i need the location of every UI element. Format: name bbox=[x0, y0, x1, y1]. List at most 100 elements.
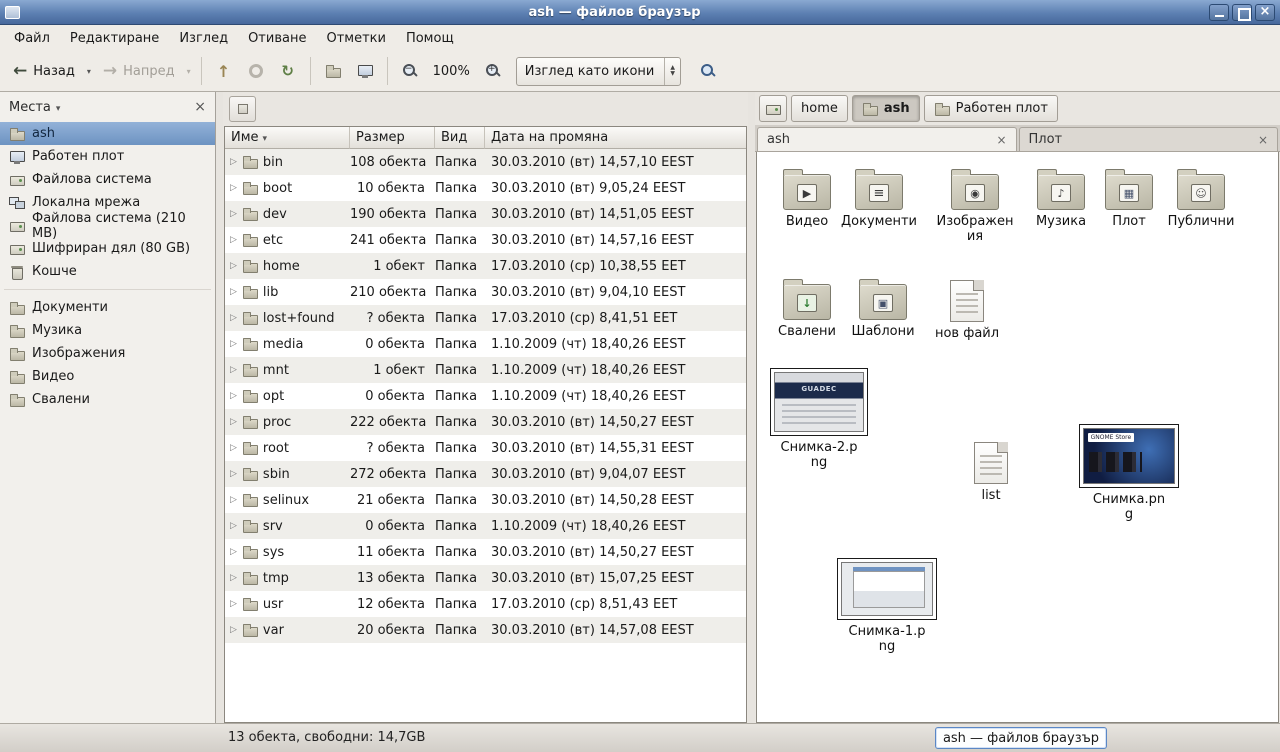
icon-view-item[interactable]: GUADEC Снимка-2.png bbox=[769, 368, 869, 471]
pane-splitter[interactable] bbox=[216, 92, 223, 723]
pane-splitter[interactable] bbox=[748, 92, 755, 723]
sidebar-close-icon[interactable] bbox=[194, 99, 206, 115]
sidebar-bookmark-item[interactable]: Музика bbox=[0, 319, 215, 342]
column-header-name[interactable]: Име bbox=[225, 127, 350, 149]
pathbar-button[interactable]: ash bbox=[852, 95, 920, 122]
table-row[interactable]: sbin 272 обекта Папка 30.03.2010 (вт) 9,… bbox=[225, 461, 746, 487]
sidebar-item[interactable]: Файлова система (210 MB) bbox=[0, 214, 215, 237]
column-header-date[interactable]: Дата на промяна bbox=[485, 127, 746, 149]
expander-icon[interactable] bbox=[230, 547, 237, 557]
table-row[interactable]: opt 0 обекта Папка 1.10.2009 (чт) 18,40,… bbox=[225, 383, 746, 409]
up-button[interactable] bbox=[209, 56, 239, 87]
table-row[interactable]: home 1 обект Папка 17.03.2010 (ср) 10,38… bbox=[225, 253, 746, 279]
expander-icon[interactable] bbox=[230, 183, 237, 193]
expander-icon[interactable] bbox=[230, 417, 237, 427]
pathbar-root-button[interactable] bbox=[759, 95, 787, 122]
table-row[interactable]: media 0 обекта Папка 1.10.2009 (чт) 18,4… bbox=[225, 331, 746, 357]
pane-icon-button[interactable] bbox=[229, 96, 256, 122]
menu-item[interactable]: Изглед bbox=[169, 28, 238, 49]
menu-item[interactable]: Отметки bbox=[316, 28, 395, 49]
titlebar[interactable]: ash — файлов браузър bbox=[0, 0, 1280, 25]
taskbar-window-button[interactable]: ash — файлов браузър bbox=[935, 727, 1107, 749]
expander-icon[interactable] bbox=[230, 391, 237, 401]
menu-item[interactable]: Отиване bbox=[238, 28, 316, 49]
expander-icon[interactable] bbox=[230, 625, 237, 635]
expander-icon[interactable] bbox=[230, 521, 237, 531]
table-row[interactable]: lib 210 обекта Папка 30.03.2010 (вт) 9,0… bbox=[225, 279, 746, 305]
places-title[interactable]: Места bbox=[9, 100, 51, 115]
table-row[interactable]: usr 12 обекта Папка 17.03.2010 (ср) 8,51… bbox=[225, 591, 746, 617]
icon-view-item[interactable]: Снимка-1.png bbox=[837, 558, 937, 655]
back-button[interactable]: Назад bbox=[6, 56, 82, 87]
stop-button[interactable] bbox=[241, 56, 271, 87]
reload-button[interactable] bbox=[273, 56, 303, 87]
pathbar-button[interactable]: Работен плот bbox=[924, 95, 1058, 122]
sidebar-item[interactable]: ash bbox=[0, 122, 215, 145]
expander-icon[interactable] bbox=[230, 599, 237, 609]
expander-icon[interactable] bbox=[230, 365, 237, 375]
expander-icon[interactable] bbox=[230, 573, 237, 583]
expander-icon[interactable] bbox=[230, 287, 237, 297]
table-row[interactable]: mnt 1 обект Папка 1.10.2009 (чт) 18,40,2… bbox=[225, 357, 746, 383]
table-row[interactable]: selinux 21 обекта Папка 30.03.2010 (вт) … bbox=[225, 487, 746, 513]
sidebar-bookmark-item[interactable]: Видео bbox=[0, 365, 215, 388]
table-row[interactable]: srv 0 обекта Папка 1.10.2009 (чт) 18,40,… bbox=[225, 513, 746, 539]
tab-close-icon[interactable] bbox=[996, 133, 1006, 147]
column-header-size[interactable]: Размер bbox=[350, 127, 435, 149]
search-button[interactable] bbox=[693, 56, 723, 87]
column-header-type[interactable]: Вид bbox=[435, 127, 485, 149]
icon-view-item[interactable]: GNOME Store Снимка.png bbox=[1079, 424, 1179, 523]
view-mode-select[interactable]: Изглед като икони ▲▼ bbox=[516, 57, 681, 86]
sidebar-bookmark-item[interactable]: Изображения bbox=[0, 342, 215, 365]
expander-icon[interactable] bbox=[230, 443, 237, 453]
sidebar-item[interactable]: Кошче bbox=[0, 260, 215, 283]
tab[interactable]: Плот bbox=[1019, 127, 1279, 151]
sidebar-bookmark-item[interactable]: Свалени bbox=[0, 388, 215, 411]
sidebar-item[interactable]: Файлова система bbox=[0, 168, 215, 191]
menu-item[interactable]: Файл bbox=[4, 28, 60, 49]
sidebar-item[interactable]: Шифриран дял (80 GB) bbox=[0, 237, 215, 260]
icon-view-item[interactable]: Изображения bbox=[925, 164, 1025, 245]
forward-button[interactable]: Напред bbox=[96, 56, 182, 87]
sidebar-bookmark-item[interactable]: Документи bbox=[0, 296, 215, 319]
sidebar-item[interactable]: Работен плот bbox=[0, 145, 215, 168]
tab-close-icon[interactable] bbox=[1258, 133, 1268, 147]
places-dropdown-icon[interactable] bbox=[56, 100, 61, 115]
icon-view-item[interactable]: нов файл bbox=[917, 276, 1017, 342]
expander-icon[interactable] bbox=[230, 235, 237, 245]
zoom-in-button[interactable]: + bbox=[478, 56, 508, 87]
icon-view-item[interactable]: Публични bbox=[1151, 164, 1251, 230]
computer-button[interactable] bbox=[350, 56, 380, 87]
close-button[interactable] bbox=[1255, 4, 1275, 21]
maximize-button[interactable] bbox=[1232, 4, 1252, 21]
pathbar-button[interactable]: home bbox=[791, 95, 848, 122]
icon-view-item[interactable]: Документи bbox=[829, 164, 929, 230]
table-row[interactable]: dev 190 обекта Папка 30.03.2010 (вт) 14,… bbox=[225, 201, 746, 227]
table-row[interactable]: root ? обекта Папка 30.03.2010 (вт) 14,5… bbox=[225, 435, 746, 461]
table-row[interactable]: sys 11 обекта Папка 30.03.2010 (вт) 14,5… bbox=[225, 539, 746, 565]
table-row[interactable]: boot 10 обекта Папка 30.03.2010 (вт) 9,0… bbox=[225, 175, 746, 201]
tab[interactable]: ash bbox=[757, 127, 1017, 151]
table-row[interactable]: var 20 обекта Папка 30.03.2010 (вт) 14,5… bbox=[225, 617, 746, 643]
zoom-out-button[interactable]: − bbox=[395, 56, 425, 87]
menu-item[interactable]: Редактиране bbox=[60, 28, 169, 49]
expander-icon[interactable] bbox=[230, 261, 237, 271]
menu-item[interactable]: Помощ bbox=[396, 28, 464, 49]
expander-icon[interactable] bbox=[230, 339, 237, 349]
back-history-dropdown-icon[interactable]: ▾ bbox=[84, 67, 94, 76]
table-row[interactable]: etc 241 обекта Папка 30.03.2010 (вт) 14,… bbox=[225, 227, 746, 253]
icon-view-item[interactable]: list bbox=[941, 438, 1041, 504]
expander-icon[interactable] bbox=[230, 469, 237, 479]
forward-history-dropdown-icon[interactable]: ▾ bbox=[184, 67, 194, 76]
table-row[interactable]: tmp 13 обекта Папка 30.03.2010 (вт) 15,0… bbox=[225, 565, 746, 591]
expander-icon[interactable] bbox=[230, 209, 237, 219]
minimize-button[interactable] bbox=[1209, 4, 1229, 21]
home-button[interactable] bbox=[318, 56, 348, 87]
table-row[interactable]: proc 222 обекта Папка 30.03.2010 (вт) 14… bbox=[225, 409, 746, 435]
table-row[interactable]: lost+found ? обекта Папка 17.03.2010 (ср… bbox=[225, 305, 746, 331]
row-size: 11 обекта bbox=[350, 545, 435, 560]
expander-icon[interactable] bbox=[230, 495, 237, 505]
expander-icon[interactable] bbox=[230, 157, 237, 167]
table-row[interactable]: bin 108 обекта Папка 30.03.2010 (вт) 14,… bbox=[225, 149, 746, 175]
expander-icon[interactable] bbox=[230, 313, 237, 323]
